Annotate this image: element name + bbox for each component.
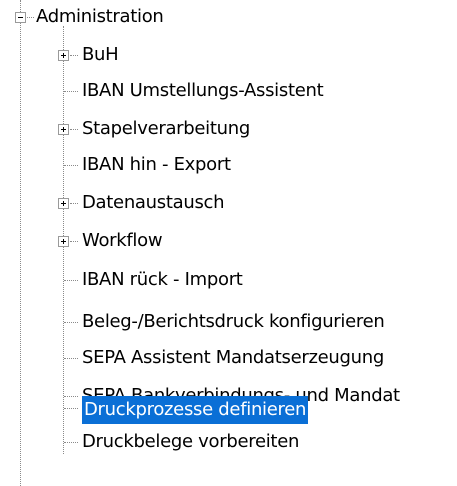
tree-node-iban-umstellungs-assistent[interactable]: IBAN Umstellungs-Assistent <box>80 79 325 103</box>
tree-node-druckprozesse-definieren[interactable]: Druckprozesse definieren <box>82 396 309 424</box>
tree-node-iban-hin-export[interactable]: IBAN hin - Export <box>80 153 233 177</box>
tree-node-iban-rueck-import[interactable]: IBAN rück - Import <box>80 268 245 292</box>
tree-connector <box>64 165 78 166</box>
tree-connector <box>70 203 78 204</box>
expand-datenaustausch-icon[interactable] <box>58 198 69 209</box>
tree-node-administration[interactable]: Administration <box>34 5 166 29</box>
tree-connector <box>64 91 78 92</box>
navigation-tree: Administration BuH IBAN Umstellungs-Assi… <box>0 0 457 486</box>
tree-node-druckbelege-vorbereiten[interactable]: Druckbelege vorbereiten <box>80 430 301 454</box>
tree-node-datenaustausch[interactable]: Datenaustausch <box>80 191 226 215</box>
tree-connector <box>64 442 78 443</box>
tree-node-sepa-assistent[interactable]: SEPA Assistent Mandatserzeugung <box>80 346 386 370</box>
tree-connector <box>70 129 78 130</box>
tree-connector <box>70 55 78 56</box>
tree-connector <box>70 241 78 242</box>
tree-guide-line <box>20 0 21 486</box>
expand-stapelverarbeitung-icon[interactable] <box>58 124 69 135</box>
expand-buh-icon[interactable] <box>58 50 69 61</box>
tree-connector <box>64 396 78 397</box>
tree-connector <box>64 322 78 323</box>
tree-connector <box>64 280 78 281</box>
tree-node-buh[interactable]: BuH <box>80 43 120 67</box>
tree-connector <box>27 17 34 18</box>
tree-connector <box>64 408 78 409</box>
tree-connector <box>64 358 78 359</box>
collapse-administration-icon[interactable] <box>15 12 26 23</box>
expand-workflow-icon[interactable] <box>58 236 69 247</box>
tree-node-beleg-berichtsdruck[interactable]: Beleg-/Berichtsdruck konfigurieren <box>80 310 386 334</box>
tree-node-stapelverarbeitung[interactable]: Stapelverarbeitung <box>80 117 252 141</box>
tree-node-workflow[interactable]: Workflow <box>80 229 164 253</box>
